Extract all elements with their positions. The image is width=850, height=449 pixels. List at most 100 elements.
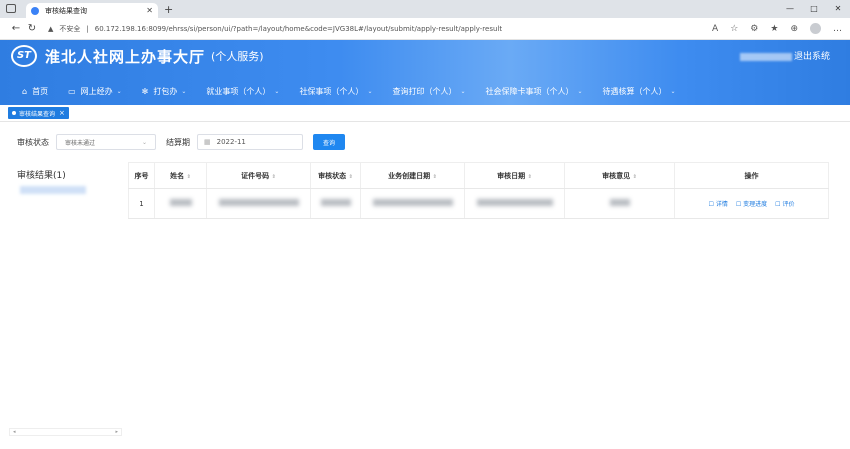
period-value: 2022-11: [216, 138, 246, 146]
menu-item-label: 社保事项（个人）: [299, 87, 364, 96]
main-menu: ⌂ 首页 ▭ 网上经办 ⌄ ✻ 打包办 ⌄ 就业事项（个人） ⌄ 社保事项（个人） ⌄ 查询打印（个人）…: [22, 86, 696, 97]
more-icon[interactable]: …: [833, 24, 842, 34]
url-text: 60.172.198.16:8099/ehrss/si/person/ui/?p…: [94, 24, 503, 33]
sort-icon[interactable]: ⇕: [272, 174, 276, 180]
active-tag[interactable]: 审核结果查询 ×: [8, 107, 69, 119]
tab-close-icon[interactable]: ✕: [146, 6, 153, 15]
menu-item[interactable]: ✻ 打包办 ⌄: [142, 86, 187, 97]
site-title: 淮北人社网上办事大厅: [45, 47, 206, 66]
logout-link[interactable]: 退出系统: [794, 49, 830, 62]
horizontal-scrollbar[interactable]: ◂ ▸: [9, 428, 122, 436]
result-list-item[interactable]: [20, 186, 86, 194]
cell-create-date: [360, 188, 465, 219]
minimize-icon[interactable]: —: [778, 0, 802, 18]
cell-actions: ☐ 详情 ☐ 变理进度 ☐ 评价: [674, 188, 829, 219]
site-subtitle: (个人服务): [211, 50, 264, 63]
table-row: 1 ☐ 详情 ☐ 变理进度 ☐ 评价: [128, 188, 829, 219]
cell-review-date: [464, 188, 565, 219]
warning-icon: ▲: [48, 24, 54, 33]
browser-toolbar: A ☆ ⚙ ★ ⊕ …: [712, 23, 842, 34]
chevron-down-icon: ⌄: [670, 88, 676, 95]
extensions-icon[interactable]: ⚙: [750, 24, 758, 34]
scroll-right-icon[interactable]: ▸: [115, 429, 118, 435]
menu-item[interactable]: 待遇核算（个人） ⌄: [603, 86, 676, 97]
cell-index: 1: [128, 188, 155, 219]
url-separator: |: [86, 24, 89, 33]
calendar-icon: ▦: [204, 138, 211, 146]
cell-name: [154, 188, 207, 219]
url-field[interactable]: ▲ 不安全 | 60.172.198.16:8099/ehrss/si/pers…: [48, 24, 712, 34]
col-review-date[interactable]: 审核日期 ⇕: [464, 162, 565, 189]
menu-item-label: 打包办: [153, 87, 178, 96]
menu-item-label: 首页: [32, 87, 49, 96]
gear-icon: ✻: [141, 87, 149, 96]
cell-id-number: [206, 188, 311, 219]
col-id-number[interactable]: 证件号码 ⇕: [206, 162, 311, 189]
filter-bar: 审核状态 审核未通过 ⌄ 结算期 ▦ 2022-11 查询: [17, 134, 345, 150]
refresh-icon[interactable]: ↻: [24, 23, 40, 34]
sort-icon[interactable]: ⇕: [433, 174, 437, 180]
table-header-row: 序号 姓名 ⇕ 证件号码 ⇕ 审核状态 ⇕ 业务创建日期 ⇕ 审核日期 ⇕ 审核…: [128, 162, 829, 189]
tags-bar: 审核结果查询 ×: [0, 105, 850, 122]
menu-item[interactable]: 社会保障卡事项（个人） ⌄: [486, 86, 583, 97]
close-window-icon[interactable]: ✕: [826, 0, 850, 18]
col-opinion[interactable]: 审核意见 ⇕: [564, 162, 675, 189]
detail-link[interactable]: ☐ 详情: [709, 199, 728, 208]
read-aloud-icon[interactable]: A: [712, 24, 718, 34]
chevron-down-icon: ⌄: [141, 138, 147, 146]
sort-icon[interactable]: ⇕: [528, 174, 532, 180]
tag-dot: [12, 111, 16, 115]
site-header: ST 淮北人社网上办事大厅 (个人服务) 退出系统 ⌂ 首页 ▭ 网上经办 ⌄ ✻ 打包办 ⌄…: [0, 40, 850, 105]
browser-tab-bar: 审核结果查询 ✕ + — □ ✕: [0, 0, 850, 18]
result-count-title: 审核结果(1): [17, 171, 66, 181]
scroll-left-icon[interactable]: ◂: [13, 429, 16, 435]
sort-icon[interactable]: ⇕: [187, 174, 191, 180]
query-button[interactable]: 查询: [313, 134, 345, 150]
menu-item[interactable]: 社保事项（个人） ⌄: [299, 86, 372, 97]
menu-item-label: 社会保障卡事项（个人）: [485, 87, 574, 96]
sort-icon[interactable]: ⇕: [633, 174, 637, 180]
chevron-down-icon: ⌄: [577, 88, 583, 95]
browser-tab[interactable]: 审核结果查询 ✕: [26, 3, 158, 18]
menu-item[interactable]: ⌂ 首页: [22, 86, 48, 97]
menu-item[interactable]: 就业事项（个人） ⌄: [206, 86, 279, 97]
status-value: 审核未通过: [65, 139, 96, 147]
col-status[interactable]: 审核状态 ⇕: [310, 162, 361, 189]
collections-icon[interactable]: ⊕: [790, 24, 798, 34]
col-actions: 操作: [674, 162, 829, 189]
period-label: 结算期: [166, 137, 190, 147]
sort-icon[interactable]: ⇕: [349, 174, 353, 180]
chevron-down-icon: ⌄: [274, 88, 280, 95]
logo-mark: ST: [11, 45, 37, 67]
period-picker[interactable]: ▦ 2022-11: [197, 134, 303, 150]
menu-item[interactable]: 查询打印（个人） ⌄: [392, 86, 465, 97]
tag-close-icon[interactable]: ×: [59, 109, 65, 117]
menu-item[interactable]: ▭ 网上经办 ⌄: [68, 86, 122, 97]
tab-favicon-icon: [31, 6, 39, 15]
back-icon[interactable]: ←: [8, 23, 24, 34]
maximize-icon[interactable]: □: [802, 0, 826, 18]
status-select[interactable]: 审核未通过 ⌄: [56, 134, 156, 150]
menu-item-label: 网上经办: [80, 87, 113, 96]
not-secure-label: 不安全: [59, 24, 81, 33]
chevron-down-icon: ⌄: [460, 88, 466, 95]
new-tab-icon[interactable]: +: [164, 3, 173, 18]
menu-item-label: 待遇核算（个人）: [602, 87, 667, 96]
col-index: 序号: [128, 162, 155, 189]
menu-item-label: 就业事项（个人）: [206, 87, 271, 96]
col-create-date[interactable]: 业务创建日期 ⇕: [360, 162, 465, 189]
profile-avatar[interactable]: [810, 23, 821, 34]
menu-item-label: 查询打印（个人）: [392, 87, 457, 96]
chevron-down-icon: ⌄: [116, 88, 122, 95]
favorite-icon[interactable]: ☆: [730, 24, 738, 34]
chevron-down-icon: ⌄: [367, 88, 373, 95]
favorites-icon[interactable]: ★: [770, 24, 778, 34]
col-name[interactable]: 姓名 ⇕: [154, 162, 207, 189]
rate-link[interactable]: ☐ 评价: [775, 199, 794, 208]
tab-actions-icon[interactable]: [6, 4, 16, 13]
cell-opinion: [564, 188, 675, 219]
address-bar: ← ↻ ▲ 不安全 | 60.172.198.16:8099/ehrss/si/…: [0, 18, 850, 40]
tag-label: 审核结果查询: [19, 110, 56, 118]
progress-link[interactable]: ☐ 变理进度: [736, 199, 767, 208]
monitor-icon: ▭: [68, 87, 76, 96]
